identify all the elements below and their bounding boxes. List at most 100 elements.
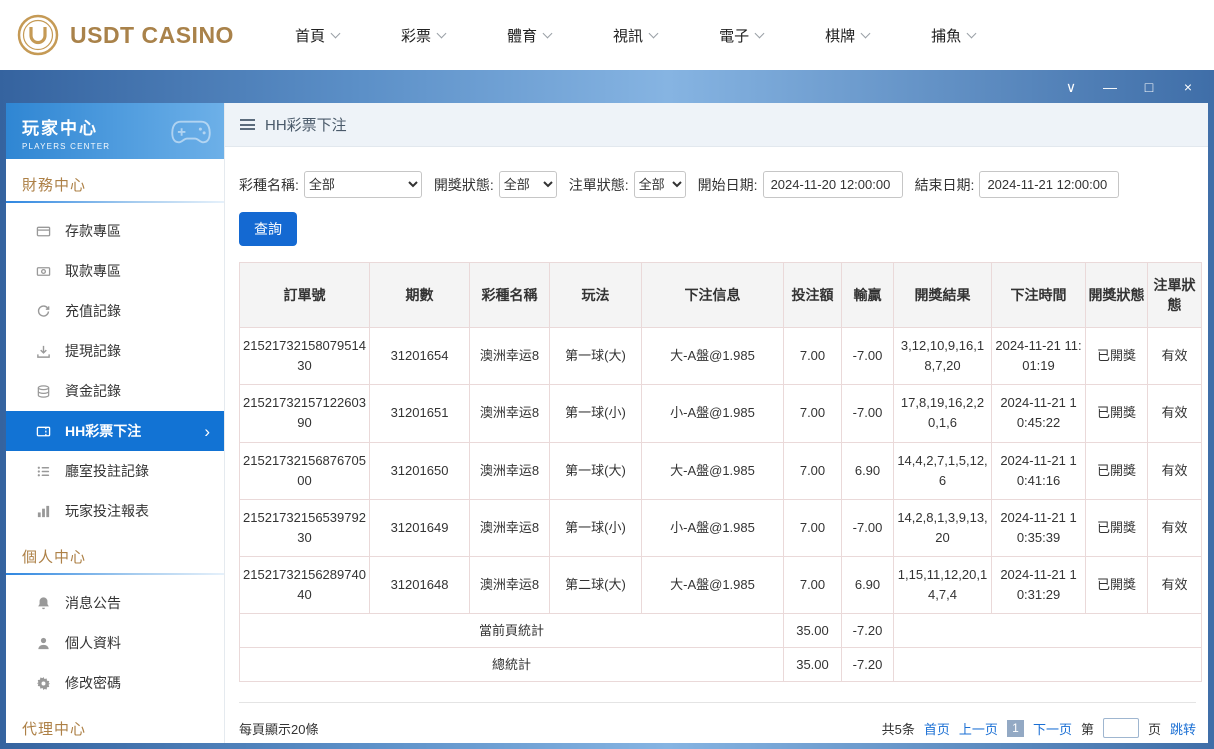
- sidebar-item-messages[interactable]: 消息公告: [6, 583, 224, 623]
- bet-info-cell: 小-A盤@1.985: [641, 498, 784, 558]
- window-collapse-icon[interactable]: ∨: [1063, 79, 1079, 95]
- table-header-row: 訂單號 期數 彩種名稱 玩法 下注信息 投注額 輸贏 開獎結果 下注時間 開獎狀態 注單狀態: [239, 262, 1202, 328]
- room-record-icon: [36, 464, 51, 479]
- logo[interactable]: USDT CASINO: [12, 12, 267, 58]
- bet-info-cell: 大-A盤@1.985: [641, 556, 784, 615]
- sidebar-item-label: HH彩票下注: [65, 423, 142, 439]
- logo-text: USDT CASINO: [70, 21, 234, 48]
- prev-page-link[interactable]: 上一页: [959, 719, 998, 738]
- column-header: 開獎狀態: [1085, 262, 1148, 328]
- sidebar-item-withdraw[interactable]: 取款專區: [6, 251, 224, 291]
- jump-link[interactable]: 跳转: [1170, 719, 1196, 738]
- lottery-name-cell: 澳洲幸运8: [469, 384, 550, 443]
- column-header: 開獎結果: [893, 262, 992, 328]
- withdraw-icon: [36, 264, 51, 279]
- main-content: HH彩票下注 彩種名稱: 全部 開獎狀態: 全部 注單狀態: 全部 開始日期: …: [225, 103, 1208, 743]
- summary-row: 總統計 35.00 -7.20: [239, 647, 1202, 683]
- report-icon: [36, 504, 51, 519]
- current-page[interactable]: 1: [1006, 719, 1024, 737]
- sidebar-item-label: 消息公告: [65, 595, 121, 611]
- bet-records-table: 訂單號 期數 彩種名稱 玩法 下注信息 投注額 輸贏 開獎結果 下注時間 開獎狀態 注單狀態 215…: [239, 262, 1202, 683]
- nav-item[interactable]: 棋牌: [825, 25, 871, 46]
- draw-status-select[interactable]: 全部: [498, 171, 557, 198]
- draw-status-cell: 已開獎: [1085, 556, 1148, 615]
- sidebar-item-label: 個人資料: [65, 635, 121, 651]
- jump-label-prefix: 第: [1080, 721, 1094, 737]
- deposit-icon: [36, 224, 51, 239]
- usdt-casino-logo-icon: [17, 14, 59, 56]
- chevron-down-icon: [542, 28, 553, 38]
- menu-icon[interactable]: [240, 119, 255, 130]
- sidebar-item-label: 廳室投註記錄: [65, 463, 149, 479]
- summary-win-loss: -7.20: [841, 613, 894, 649]
- nav-item[interactable]: 彩票: [401, 25, 447, 46]
- period-cell: 31201650: [369, 441, 470, 500]
- sidebar-item-label: 充值記錄: [65, 303, 121, 319]
- main-nav: 首頁 彩票 體育 視訊 電子 棋牌 捕魚: [295, 25, 977, 46]
- summary-label: 總統計: [239, 647, 784, 683]
- section-divider: [6, 201, 224, 203]
- bet-amount-cell: 7.00: [783, 441, 842, 500]
- window-close-icon[interactable]: ×: [1180, 79, 1196, 95]
- lottery-name-cell: 澳洲幸运8: [469, 326, 550, 386]
- draw-result-cell: 3,12,10,9,16,18,7,20: [893, 326, 992, 386]
- first-page-link[interactable]: 首页: [924, 719, 950, 738]
- draw-result-cell: 17,8,19,16,2,20,1,6: [893, 384, 992, 443]
- sidebar-item-room-bet-record[interactable]: 廳室投註記錄: [6, 451, 224, 491]
- sidebar-menu: 財務中心 存款專區 取款專區 充值記錄 提現記錄 資金記錄 HH彩票下注 › 廳室投註記錄 玩家投…: [6, 174, 224, 743]
- players-center-header: 玩家中心 PLAYERS CENTER: [6, 103, 224, 159]
- column-header: 注單狀態: [1147, 262, 1202, 328]
- lottery-type-select[interactable]: 全部: [303, 171, 422, 198]
- start-date-label: 開始日期:: [697, 176, 758, 193]
- sidebar-item-funds-record[interactable]: 資金記錄: [6, 371, 224, 411]
- end-date-input[interactable]: [979, 171, 1120, 198]
- nav-item[interactable]: 體育: [507, 25, 553, 46]
- sidebar-item-withdrawal-record[interactable]: 提現記錄: [6, 331, 224, 371]
- total-count: 共5条: [881, 721, 915, 737]
- sidebar-item-profile[interactable]: 個人資料: [6, 623, 224, 663]
- sidebar-section-title: 代理中心: [22, 721, 87, 738]
- search-button[interactable]: 查詢: [239, 212, 297, 246]
- nav-item[interactable]: 視訊: [613, 25, 659, 46]
- nav-item-label: 視訊: [613, 27, 644, 45]
- column-header: 下注信息: [641, 262, 784, 328]
- sidebar-item-player-bet-report[interactable]: 玩家投注報表: [6, 491, 224, 531]
- bet-time-cell: 2024-11-21 11:01:19: [991, 326, 1086, 386]
- draw-result-cell: 1,15,11,12,20,14,7,4: [893, 556, 992, 615]
- page-jump-input[interactable]: [1102, 718, 1139, 739]
- nav-item[interactable]: 捕魚: [931, 25, 977, 46]
- order-status-cell: 有效: [1147, 498, 1202, 558]
- breadcrumb: HH彩票下注: [225, 103, 1208, 147]
- play-type-cell: 第一球(小): [549, 384, 642, 443]
- chevron-right-icon: ›: [204, 421, 210, 441]
- window-titlebar: ∨ — □ ×: [0, 70, 1214, 103]
- sidebar-item-change-password[interactable]: 修改密碼: [6, 663, 224, 703]
- nav-item[interactable]: 電子: [719, 25, 765, 46]
- order-id-cell: 2152173215628974040: [239, 556, 370, 615]
- bet-time-cell: 2024-11-21 10:41:16: [991, 441, 1086, 500]
- win-loss-cell: -7.00: [841, 384, 894, 443]
- column-header: 訂單號: [239, 262, 370, 328]
- play-type-cell: 第一球(大): [549, 441, 642, 500]
- window-minimize-icon[interactable]: —: [1102, 79, 1118, 95]
- column-header: 輸贏: [841, 262, 894, 328]
- order-id-cell: 2152173215653979230: [239, 498, 370, 558]
- sidebar-item-hh-lottery-bet[interactable]: HH彩票下注 ›: [6, 411, 224, 451]
- sidebar-item-label: 資金記錄: [65, 383, 121, 399]
- draw-result-cell: 14,2,8,1,3,9,13,20: [893, 498, 992, 558]
- table-row: 2152173215807951430 31201654 澳洲幸运8 第一球(大) 大-…: [239, 326, 1202, 386]
- draw-status-cell: 已開獎: [1085, 326, 1148, 386]
- table-row: 2152173215687670500 31201650 澳洲幸运8 第一球(大) 大-…: [239, 441, 1202, 500]
- sidebar-item-recharge-record[interactable]: 充值記錄: [6, 291, 224, 331]
- order-status-select[interactable]: 全部: [633, 171, 686, 198]
- chevron-down-icon: [966, 28, 977, 38]
- chevron-down-icon: [648, 28, 659, 38]
- person-icon: [36, 636, 51, 651]
- start-date-input[interactable]: [762, 171, 903, 198]
- nav-item[interactable]: 首頁: [295, 25, 341, 46]
- bet-info-cell: 大-A盤@1.985: [641, 326, 784, 386]
- window-maximize-icon[interactable]: □: [1141, 79, 1157, 95]
- next-page-link[interactable]: 下一页: [1033, 719, 1072, 738]
- sidebar-item-deposit[interactable]: 存款專區: [6, 211, 224, 251]
- nav-item-label: 體育: [507, 27, 538, 45]
